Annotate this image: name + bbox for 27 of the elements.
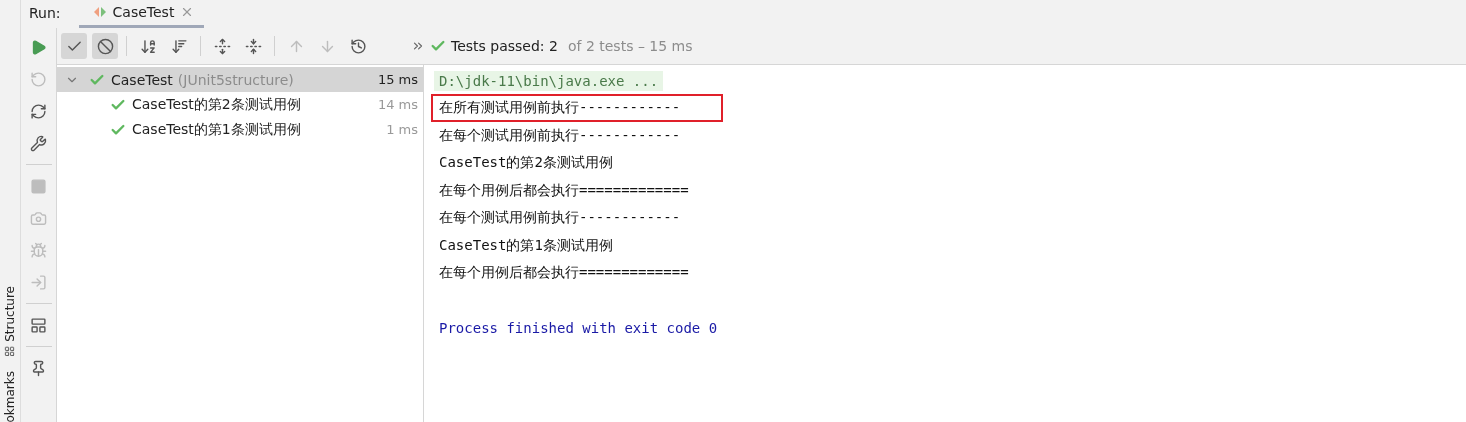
- console-line: 在所有测试用例前执行------------: [434, 97, 721, 120]
- side-tab[interactable]: okmarks: [3, 370, 17, 422]
- test-time: 14 ms: [377, 97, 418, 112]
- test-name: CaseTest的第2条测试用例: [132, 95, 301, 114]
- console-line: 在每个用例后都会执行=============: [438, 180, 690, 200]
- test-class: (JUnit5structure): [177, 71, 294, 88]
- test-time: 15 ms: [377, 72, 418, 87]
- console-line: 在每个测试用例前执行------------: [438, 125, 682, 145]
- test-config-icon: [92, 5, 107, 19]
- side-tab[interactable]: Structure: [3, 285, 17, 342]
- console-line: 在每个用例后都会执行=============: [438, 263, 690, 283]
- test-name: CaseTest: [111, 71, 173, 88]
- test-time: 1 ms: [386, 122, 418, 137]
- more-icon[interactable]: [411, 39, 425, 53]
- console-line: 在每个测试用例前执行------------: [438, 208, 682, 228]
- structure-icon[interactable]: [4, 345, 16, 357]
- console-line: CaseTest的第2条测试用例: [438, 153, 614, 173]
- console-line: CaseTest的第1条测试用例: [438, 235, 614, 255]
- test-summary-detail: of 2 tests – 15 ms: [567, 38, 693, 54]
- console-line: Process finished with exit code 0: [438, 319, 719, 339]
- run-label: Run:: [29, 5, 61, 23]
- ban-icon[interactable]: [92, 33, 118, 59]
- test-name: CaseTest的第1条测试用例: [132, 120, 301, 139]
- tree-row[interactable]: CaseTest (JUnit5structure) 15 ms: [57, 67, 423, 92]
- test-summary: Tests passed: 2: [451, 38, 558, 54]
- run-tab[interactable]: CaseTest: [78, 4, 205, 28]
- check-icon[interactable]: [61, 33, 87, 59]
